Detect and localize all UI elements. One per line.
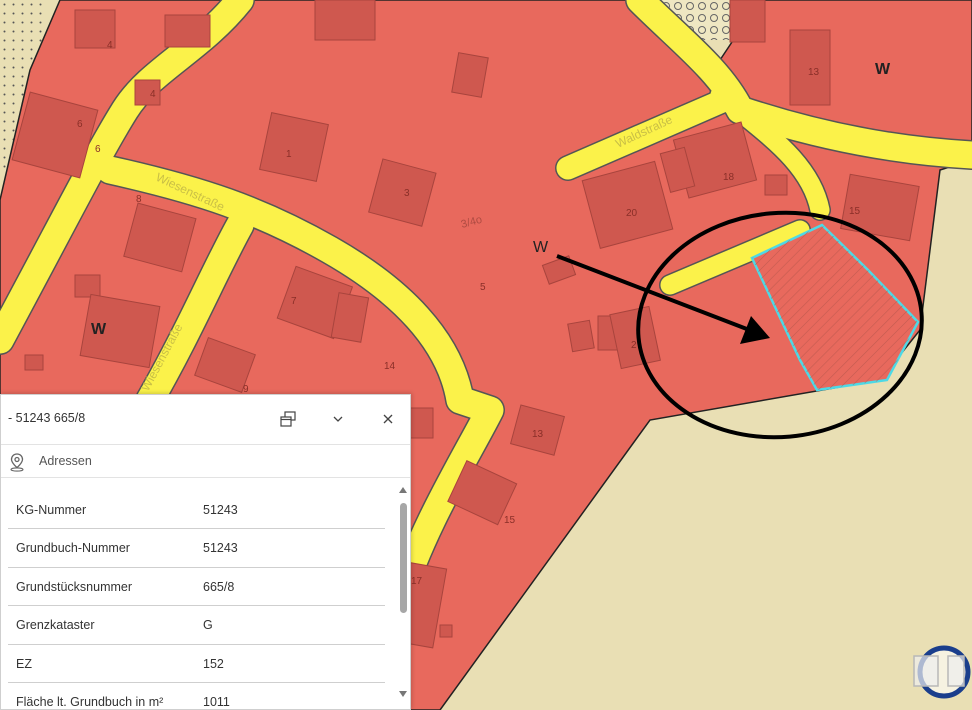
house-number: 1 [286, 149, 292, 160]
scroll-thumb[interactable] [400, 503, 407, 613]
feature-info-panel: - 51243 665/8 Adressen KG-Nummer 51243 G… [0, 394, 411, 710]
address-row[interactable]: Adressen [1, 444, 410, 478]
scroll-up-icon[interactable] [399, 487, 407, 493]
attribute-value: 51243 [203, 503, 238, 517]
logo-icon [913, 645, 971, 699]
zone-label: W [875, 61, 891, 78]
house-number: 4 [150, 89, 156, 100]
house-number: 15 [849, 206, 861, 217]
house-number: 18 [723, 172, 735, 183]
house-number: 8 [136, 194, 142, 205]
zone-label: W [533, 239, 549, 256]
attribute-key: Fläche lt. Grundbuch in m² [16, 694, 164, 709]
attribute-key: Grenzkataster [16, 618, 95, 633]
house-number: 4 [107, 40, 113, 51]
panel-header: - 51243 665/8 [1, 395, 410, 443]
attribute-row: Grundstücksnummer 665/8 [8, 568, 385, 607]
house-number: 6 [95, 144, 101, 155]
map-pin-icon [10, 453, 24, 472]
attribute-row: Fläche lt. Grundbuch in m² 1011 [8, 683, 385, 709]
panel-title: - 51243 665/8 [8, 411, 86, 425]
attribute-row: Grenzkataster G [8, 606, 385, 645]
attribute-row: EZ 152 [8, 645, 385, 683]
house-number: 13 [808, 67, 820, 78]
close-button[interactable] [376, 407, 400, 431]
chevron-down-icon [333, 416, 343, 422]
attribute-list: KG-Nummer 51243 Grundbuch-Nummer 51243 G… [1, 491, 393, 709]
house-number: 20 [626, 208, 638, 219]
attribute-key: KG-Nummer [16, 503, 87, 517]
scroll-down-icon[interactable] [399, 691, 407, 697]
house-number: 6 [77, 119, 83, 130]
house-number: 14 [384, 361, 396, 372]
scrollbar[interactable] [396, 483, 410, 703]
attribute-key: EZ [16, 656, 32, 671]
house-number: 15 [504, 515, 516, 526]
attribute-value: 51243 [203, 541, 238, 556]
collapse-button[interactable] [326, 407, 350, 431]
house-number: 17 [411, 576, 423, 587]
restore-window-button[interactable] [276, 407, 300, 431]
house-number: 13 [532, 429, 544, 440]
house-number: 2 [631, 340, 637, 351]
restore-window-icon [280, 411, 296, 427]
attribute-key: Grundstücksnummer [16, 579, 133, 594]
house-number: 5 [480, 282, 486, 293]
house-number: 3 [404, 188, 410, 199]
address-label: Adressen [39, 454, 92, 468]
close-icon [383, 414, 393, 424]
attribute-key: Grundbuch-Nummer [16, 541, 130, 556]
attribute-value: 665/8 [203, 579, 235, 594]
attribute-row: Grundbuch-Nummer 51243 [8, 529, 385, 568]
attribute-value: 152 [203, 656, 224, 671]
house-number: 7 [291, 296, 297, 307]
attribute-value: G [203, 618, 213, 633]
zone-label: W [91, 321, 107, 338]
attribute-row: KG-Nummer 51243 [8, 491, 385, 530]
attribute-value: 1011 [203, 694, 230, 709]
